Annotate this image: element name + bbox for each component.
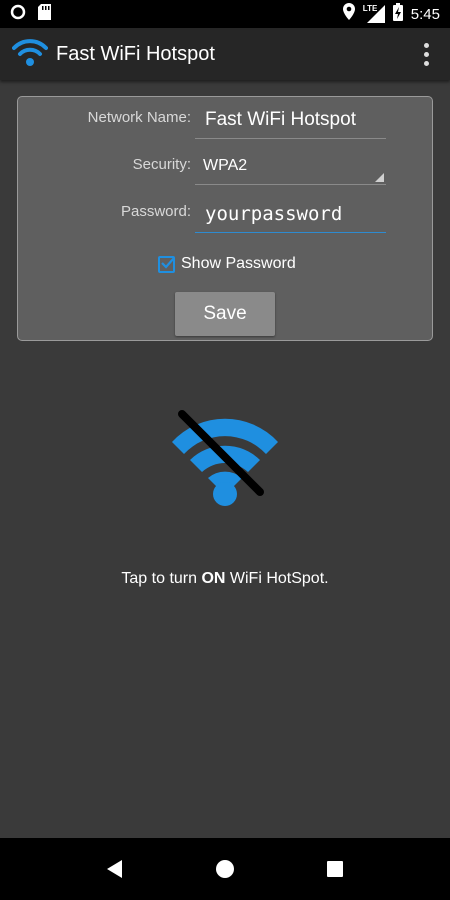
instruction-on: ON <box>201 570 226 587</box>
location-icon <box>342 3 355 25</box>
network-name-input[interactable]: Fast WiFi Hotspot <box>195 101 386 139</box>
sd-card-icon <box>38 3 51 25</box>
save-button[interactable]: Save <box>175 292 275 336</box>
clock: 5:45 <box>410 5 440 23</box>
dropdown-arrow-icon <box>375 173 384 182</box>
network-name-label: Network Name: <box>87 109 191 126</box>
status-bar: LTE 5:45 <box>0 0 450 28</box>
wifi-icon <box>12 37 48 72</box>
instruction-suffix: WiFi HotSpot. <box>225 570 329 587</box>
network-type-label: LTE <box>362 4 378 13</box>
home-icon[interactable] <box>205 849 245 889</box>
show-password-label: Show Password <box>181 255 296 272</box>
recents-icon[interactable] <box>315 849 355 889</box>
wifi-off-icon <box>172 410 278 506</box>
security-dropdown[interactable]: WPA2 <box>195 147 386 185</box>
circle-notification-icon <box>10 4 26 25</box>
security-selected-value: WPA2 <box>203 156 248 174</box>
instruction-prefix: Tap to turn <box>121 570 202 587</box>
app-title: Fast WiFi Hotspot <box>56 42 215 65</box>
hotspot-toggle[interactable] <box>168 408 284 508</box>
password-label: Password: <box>120 203 191 220</box>
battery-charging-icon <box>392 2 403 26</box>
show-password-checkbox[interactable] <box>158 255 175 273</box>
password-input[interactable]: yourpassword <box>195 195 386 233</box>
signal-icon: LTE <box>362 4 385 23</box>
hotspot-settings-panel: Network Name: Fast WiFi Hotspot Security… <box>17 96 433 341</box>
app-bar: Fast WiFi Hotspot <box>0 28 450 80</box>
back-icon[interactable] <box>95 849 135 889</box>
hotspot-instruction: Tap to turn ON WiFi HotSpot. <box>0 570 450 588</box>
show-password-row[interactable]: Show Password <box>158 255 296 273</box>
checkmark-icon <box>161 256 175 269</box>
security-label: Security: <box>132 156 191 173</box>
overflow-menu-icon[interactable] <box>414 39 438 69</box>
navigation-bar <box>0 838 450 900</box>
